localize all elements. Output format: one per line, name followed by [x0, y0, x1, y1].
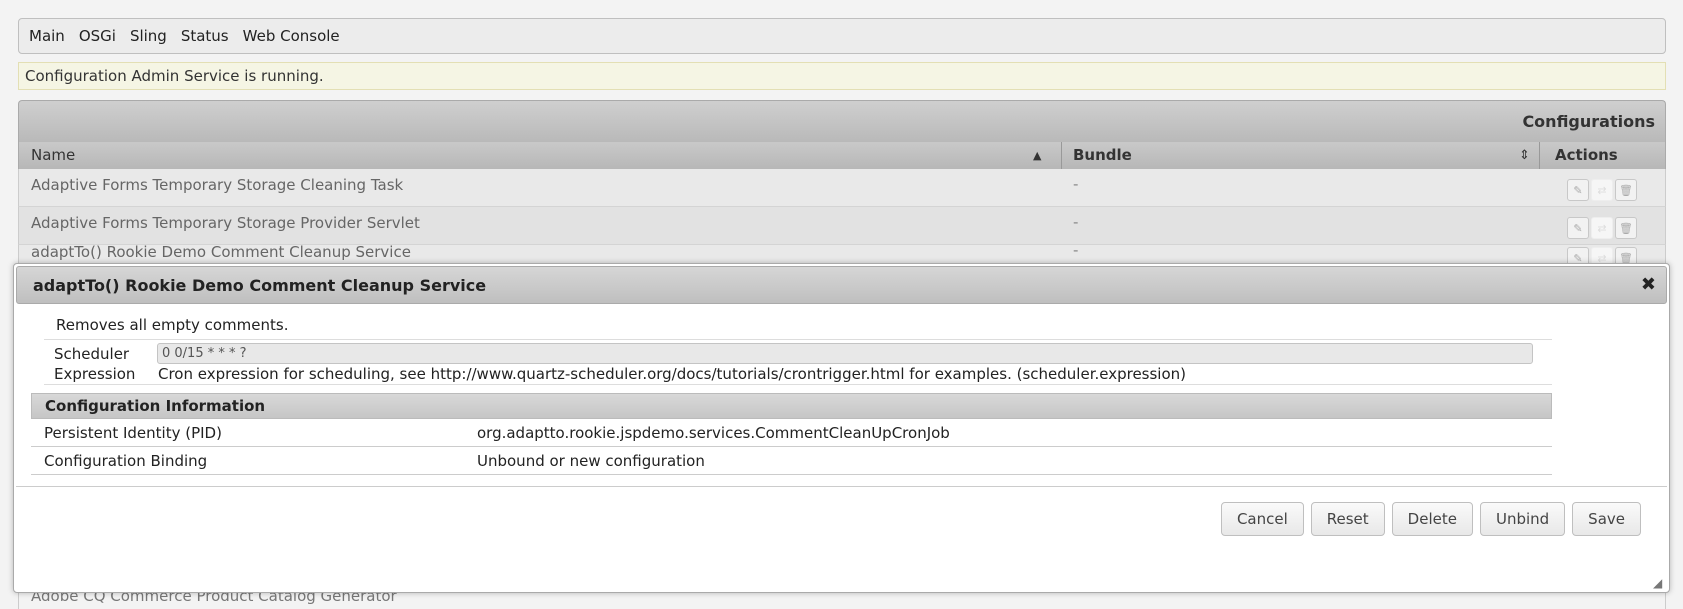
dialog-title: adaptTo() Rookie Demo Comment Cleanup Se… [33, 276, 487, 295]
menu-osgi[interactable]: OSGi [79, 27, 116, 45]
info-row-pid: Persistent Identity (PID) org.adaptto.ro… [31, 419, 1552, 447]
column-divider [1539, 142, 1540, 169]
unbind-icon: ⇄ [1591, 217, 1613, 239]
info-key: Configuration Binding [44, 452, 208, 470]
dialog-divider [16, 486, 1667, 487]
configurations-header: Configurations [18, 100, 1666, 142]
column-actions: Actions [1555, 146, 1618, 164]
close-icon[interactable]: ✖ [1641, 274, 1656, 295]
scheduler-expression-input[interactable] [157, 343, 1533, 364]
config-name[interactable]: Adaptive Forms Temporary Storage Provide… [31, 214, 420, 232]
row-actions: ✎ ⇄ 🗑 [1567, 179, 1637, 201]
scheduler-label-line2: Expression [54, 365, 136, 383]
config-name[interactable]: adaptTo() Rookie Demo Comment Cleanup Se… [31, 245, 411, 261]
config-bundle: - [1073, 245, 1079, 259]
config-name[interactable]: Adaptive Forms Temporary Storage Cleanin… [31, 176, 403, 194]
status-text: Configuration Admin Service is running. [25, 67, 324, 85]
delete-button[interactable]: Delete [1391, 502, 1473, 536]
info-value: Unbound or new configuration [477, 452, 705, 470]
column-bundle[interactable]: Bundle [1073, 142, 1132, 169]
menu-main[interactable]: Main [29, 27, 65, 45]
dialog-titlebar[interactable]: adaptTo() Rookie Demo Comment Cleanup Se… [16, 266, 1667, 304]
menu-sling[interactable]: Sling [130, 27, 167, 45]
info-value: org.adaptto.rookie.jspdemo.services.Comm… [477, 424, 950, 442]
cancel-button[interactable]: Cancel [1220, 502, 1304, 536]
reset-button[interactable]: Reset [1310, 502, 1385, 536]
resize-grip-icon[interactable]: ◢ [1653, 576, 1667, 590]
table-row[interactable]: Adobe CQ Commerce Product Catalog Genera… [18, 593, 1666, 609]
sort-icon[interactable]: ⇕ [1519, 142, 1530, 169]
table-header: Name ▲ Bundle ⇕ Actions [18, 142, 1666, 169]
config-bundle: - [1073, 213, 1079, 231]
row-actions: ✎ ⇄ 🗑 [1567, 217, 1637, 239]
edit-icon[interactable]: ✎ [1567, 217, 1589, 239]
menu-web-console[interactable]: Web Console [243, 27, 340, 45]
config-bundle: - [1073, 175, 1079, 193]
info-key: Persistent Identity (PID) [44, 424, 222, 442]
config-dialog: adaptTo() Rookie Demo Comment Cleanup Se… [13, 263, 1670, 593]
configurations-title: Configurations [1522, 112, 1655, 131]
sort-ascending-icon[interactable]: ▲ [1033, 142, 1041, 169]
scheduler-label: Scheduler Expression [54, 344, 154, 384]
info-row-binding: Configuration Binding Unbound or new con… [31, 447, 1552, 475]
table-row[interactable]: Adaptive Forms Temporary Storage Cleanin… [18, 169, 1666, 207]
dialog-buttons: Cancel Reset Delete Unbind Save [1220, 502, 1641, 536]
column-divider [1061, 142, 1062, 169]
save-button[interactable]: Save [1572, 502, 1641, 536]
config-name[interactable]: Adobe CQ Commerce Product Catalog Genera… [31, 593, 397, 605]
scheduler-label-line1: Scheduler [54, 345, 130, 363]
menu-status[interactable]: Status [181, 27, 229, 45]
status-message: Configuration Admin Service is running. [18, 62, 1666, 90]
top-menu: Main OSGi Sling Status Web Console [18, 18, 1666, 54]
scheduler-help-text: Cron expression for scheduling, see http… [158, 365, 1187, 383]
edit-icon[interactable]: ✎ [1567, 179, 1589, 201]
table-row[interactable]: Adaptive Forms Temporary Storage Provide… [18, 207, 1666, 245]
trash-icon[interactable]: 🗑 [1615, 179, 1637, 201]
unbind-button[interactable]: Unbind [1479, 502, 1566, 536]
trash-icon[interactable]: 🗑 [1615, 217, 1637, 239]
configuration-information-title: Configuration Information [45, 397, 266, 415]
service-description: Removes all empty comments. [56, 316, 289, 334]
unbind-icon: ⇄ [1591, 179, 1613, 201]
column-name[interactable]: Name [31, 142, 1061, 169]
configuration-information-header: Configuration Information [31, 393, 1552, 419]
